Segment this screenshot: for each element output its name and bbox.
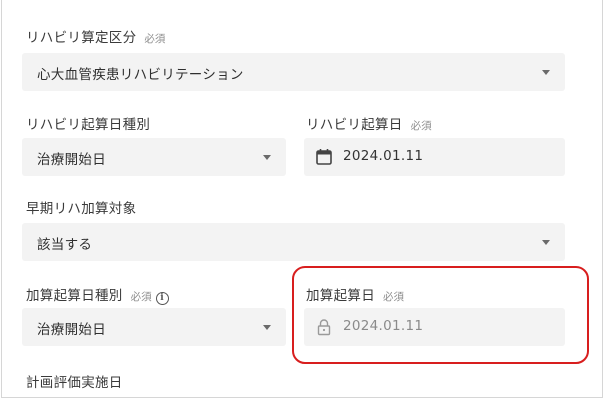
- chevron-down-icon: [542, 70, 550, 75]
- rehab-start-type-label: リハビリ起算日種別: [26, 113, 150, 133]
- plan-eval-date-label: 計画評価実施日: [26, 371, 123, 391]
- rehab-start-date-label: リハビリ起算日 必須: [306, 113, 432, 133]
- rehab-settings-panel: リハビリ算定区分 必須 心大血管疾患リハビリテーション リハビリ起算日種別 治療開…: [1, 0, 603, 398]
- chevron-down-icon: [263, 325, 271, 330]
- early-rehab-label-text: 早期リハ加算対象: [26, 201, 137, 217]
- rehab-category-label: リハビリ算定区分 必須: [26, 26, 165, 46]
- rehab-start-date-label-text: リハビリ起算日: [306, 117, 403, 133]
- rehab-start-date-value: 2024.01.11: [343, 148, 424, 164]
- rehab-start-date-input[interactable]: 2024.01.11: [304, 138, 565, 176]
- chevron-down-icon: [542, 240, 550, 245]
- add-start-type-select[interactable]: 治療開始日: [22, 308, 286, 346]
- early-rehab-value: 該当する: [37, 237, 93, 253]
- early-rehab-select[interactable]: 該当する: [22, 223, 565, 261]
- highlight-annotation: [292, 266, 589, 364]
- add-start-type-label: 加算起算日種別 必須 i: [26, 284, 169, 305]
- rehab-category-value: 心大血管疾患リハビリテーション: [37, 67, 244, 83]
- required-badge: 必須: [410, 120, 432, 132]
- early-rehab-label: 早期リハ加算対象: [26, 197, 136, 217]
- rehab-category-select[interactable]: 心大血管疾患リハビリテーション: [22, 53, 565, 91]
- rehab-start-type-select[interactable]: 治療開始日: [22, 138, 286, 176]
- rehab-category-label-text: リハビリ算定区分: [26, 30, 137, 46]
- chevron-down-icon: [263, 155, 271, 160]
- rehab-start-type-value: 治療開始日: [37, 152, 106, 168]
- add-start-type-value: 治療開始日: [37, 322, 106, 338]
- plan-eval-date-label-text: 計画評価実施日: [26, 375, 123, 391]
- required-badge: 必須: [144, 33, 166, 45]
- add-start-type-label-text: 加算起算日種別: [26, 288, 123, 304]
- required-badge: 必須: [130, 291, 152, 303]
- rehab-start-type-label-text: リハビリ起算日種別: [26, 117, 151, 133]
- calendar-icon[interactable]: [315, 148, 333, 170]
- info-icon[interactable]: i: [155, 292, 169, 305]
